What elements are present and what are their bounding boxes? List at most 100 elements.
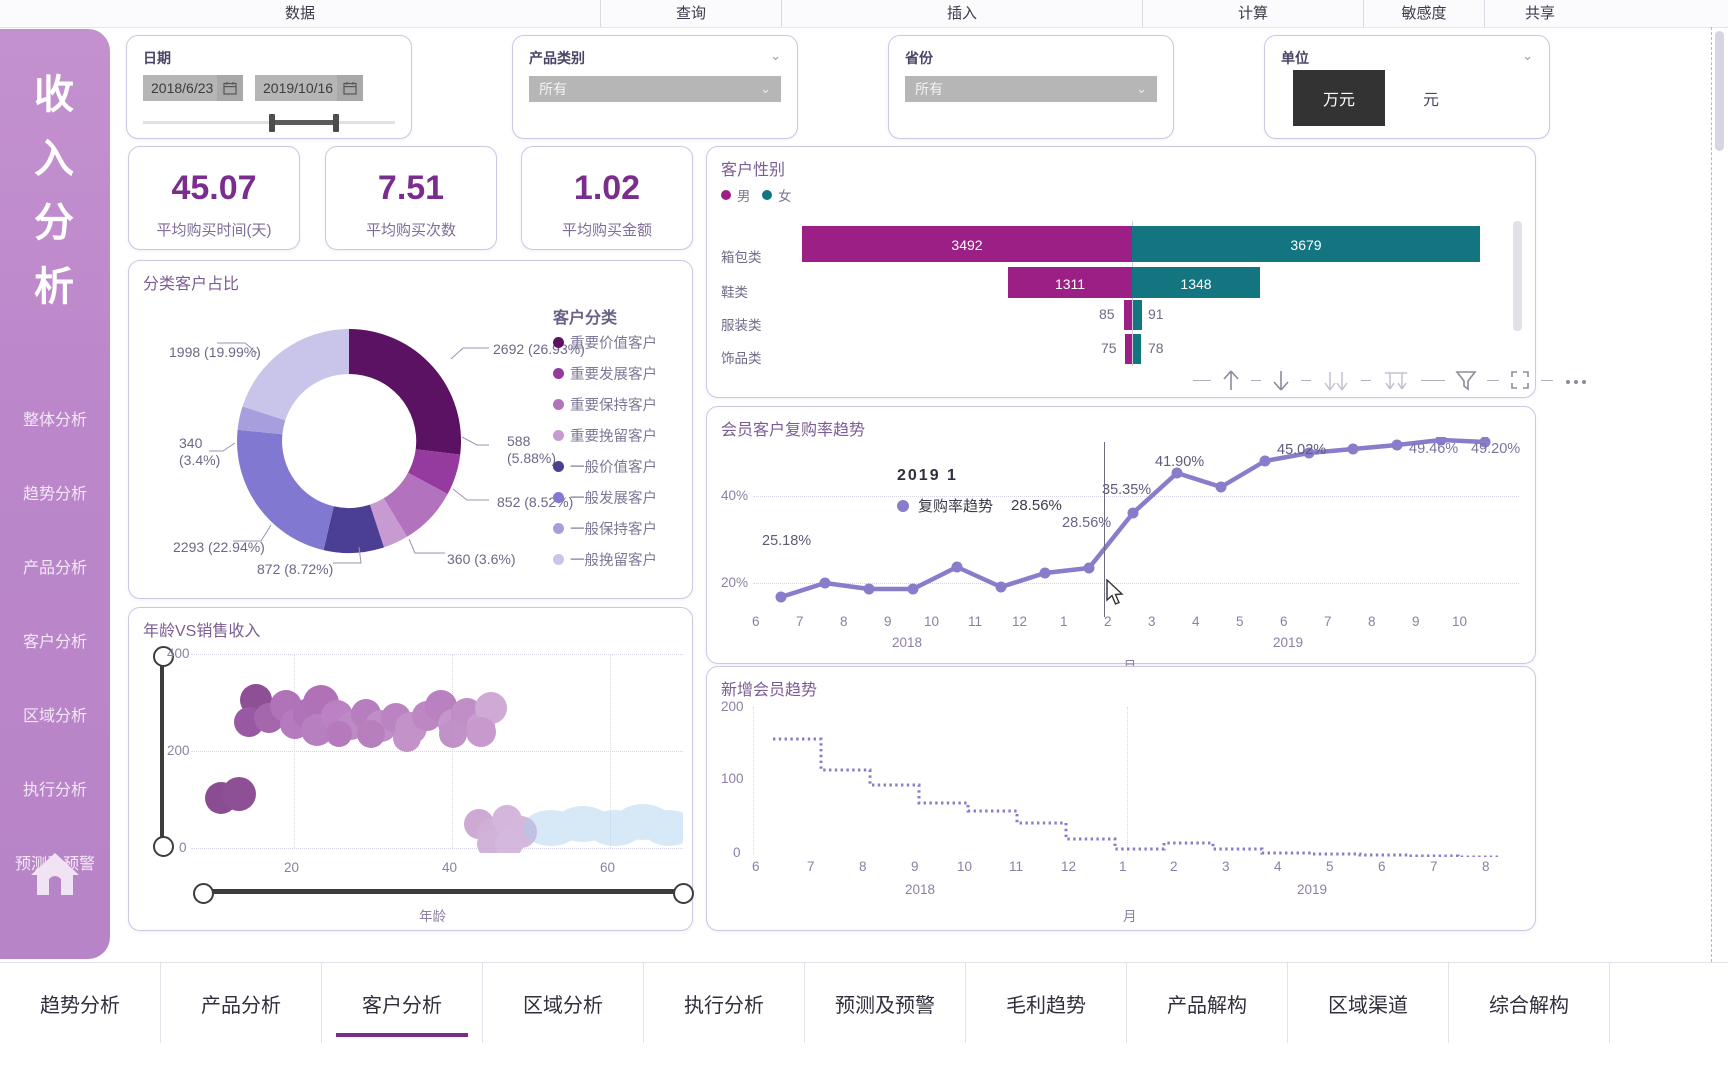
sheet-tab-product[interactable]: 产品分析 [161,963,322,1043]
newmembers-year-2019: 2019 [1297,882,1328,897]
repurchase-line-plot[interactable] [753,437,1519,607]
filter-icon[interactable] [1455,369,1477,391]
donut-slice[interactable] [349,329,462,455]
repurchase-xtick-12: 6 [1280,614,1288,629]
gender-legend-male[interactable]: 男 [721,185,751,205]
sheet-tab-composite[interactable]: 综合解构 [1449,963,1610,1043]
scatter-xtick-60: 60 [600,860,616,875]
chevron-down-icon[interactable]: ⌄ [770,48,781,64]
repurchase-xtick-6: 12 [1012,614,1028,629]
kpi-label: 平均购买次数 [365,222,456,239]
x-range-slider-track[interactable] [201,889,681,894]
newmembers-xtick-3: 9 [911,859,919,874]
drill-down-icon[interactable] [1321,369,1351,391]
sidebar-item-customer[interactable]: 客户分析 [0,606,110,680]
calendar-icon[interactable] [337,75,363,101]
donut-slice[interactable] [237,429,334,551]
sheet-tab-region[interactable]: 区域分析 [483,963,644,1043]
repurchase-xtick-16: 10 [1452,614,1468,629]
gender-chart-scrollbar[interactable] [1513,221,1522,331]
tooltip-row: 复购率趋势 28.56% [897,495,1062,516]
donut-legend-item-6[interactable]: 一般保持客户 [553,518,657,539]
sidebar-item-trend[interactable]: 趋势分析 [0,458,110,532]
repurchase-trend-card: 会员客户复购率趋势 40% 20% 25.18% 28.56% 35.35% 4 [706,406,1536,674]
home-button[interactable] [0,849,110,902]
scatter-ytick-0: 0 [179,840,187,855]
donut-legend-item-4[interactable]: 一般价值客户 [553,456,657,477]
date-range-handle-left[interactable] [269,114,275,132]
x-range-handle-left[interactable] [193,883,214,904]
category-select[interactable]: 所有 ⌄ [529,76,781,102]
sidebar-item-execution[interactable]: 执行分析 [0,754,110,828]
province-select[interactable]: 所有 ⌄ [905,76,1157,102]
sidebar-item-overall[interactable]: 整体分析 [0,384,110,458]
ribbon-tab-calc[interactable]: 计算 [1143,0,1364,27]
gender-bar-female-clothes[interactable] [1133,300,1142,330]
donut-legend-item-1[interactable]: 重要发展客户 [553,363,657,384]
newmembers-year-2018: 2018 [905,882,936,897]
tooltip-swatch [897,499,909,512]
ribbon-tab-data[interactable]: 数据 [0,0,601,27]
sheet-tab-customer[interactable]: 客户分析 [322,963,483,1043]
unit-option-yuan[interactable]: 元 [1385,70,1477,126]
x-range-handle-right[interactable] [673,883,694,904]
legend-label: 重要发展客户 [570,367,657,383]
gender-bar-male-clothes[interactable] [1124,300,1132,330]
donut-legend-item-3[interactable]: 重要挽留客户 [553,425,657,446]
y-range-slider-track[interactable] [160,654,164,844]
category-filter-card: 产品类别 ⌄ 所有 ⌄ [512,35,798,139]
page-scrollbar[interactable] [1711,27,1728,962]
donut-legend-item-2[interactable]: 重要保持客户 [553,394,657,415]
unit-option-wanyuan[interactable]: 万元 [1293,70,1385,126]
sheet-tab-forecast[interactable]: 预测及预警 [805,963,966,1043]
sort-up-icon[interactable] [1221,369,1241,391]
unit-filter-label: 单位 [1281,50,1309,66]
expand-icon[interactable] [1509,369,1531,391]
age-vs-revenue-title: 年龄VS销售收入 [143,623,261,640]
chevron-down-icon[interactable]: ⌄ [1522,48,1533,64]
scatter-ytick-200: 200 [167,743,190,758]
sheet-tab-margin[interactable]: 毛利趋势 [966,963,1127,1043]
ribbon-tab-insert[interactable]: 插入 [782,0,1143,27]
sidebar-title: 收 入 分 析 [0,63,110,319]
newmembers-xtick-0: 6 [752,859,760,874]
ribbon-tab-query[interactable]: 查询 [601,0,782,27]
page-scrollbar-thumb[interactable] [1715,31,1724,151]
drill-up-icon[interactable] [1381,369,1411,391]
province-filter-label: 省份 [905,50,933,66]
date-range-handle-right[interactable] [333,114,339,132]
kpi-card-avg-count[interactable]: 7.51 平均购买次数 [325,146,497,250]
repurchase-xtick-2: 8 [840,614,848,629]
ribbon-tab-share[interactable]: 共享 [1485,0,1595,27]
legend-swatch [553,368,564,379]
kpi-card-avg-time[interactable]: 45.07 平均购买时间(天) [128,146,300,250]
donut-legend-item-7[interactable]: 一般挽留客户 [553,549,657,570]
repurchase-point-label-0: 25.18% [762,533,812,549]
sheet-tab-execution[interactable]: 执行分析 [644,963,805,1043]
legend-swatch [553,430,564,441]
sidebar-item-product[interactable]: 产品分析 [0,532,110,606]
sheet-tab-channel[interactable]: 区域渠道 [1288,963,1449,1043]
sheet-tab-product-breakdown[interactable]: 产品解构 [1127,963,1288,1043]
date-start-field[interactable]: 2018/6/23 [143,75,243,101]
scatter-points[interactable] [191,648,683,853]
donut-legend-item-5[interactable]: 一般发展客户 [553,487,657,508]
date-end-field[interactable]: 2019/10/16 [255,75,363,101]
sheet-tab-trend[interactable]: 趋势分析 [0,963,161,1043]
y-range-handle-bottom[interactable] [153,836,174,857]
calendar-icon[interactable] [217,75,243,101]
newmembers-step-plot[interactable] [753,707,1519,857]
gender-legend-female[interactable]: 女 [762,185,792,205]
donut-legend-item-0[interactable]: 重要价值客户 [553,332,657,353]
kpi-card-avg-amount[interactable]: 1.02 平均购买金额 [521,146,693,250]
gender-bar-male-accessories[interactable] [1125,334,1132,364]
donut-slice[interactable] [242,329,350,421]
gender-bar-female-accessories[interactable] [1133,334,1141,364]
toolbar-divider [1541,379,1553,381]
gender-bar-label: 75 [1101,340,1117,356]
more-icon[interactable] [1563,369,1589,391]
sidebar-item-region[interactable]: 区域分析 [0,680,110,754]
ribbon-tab-sensitivity[interactable]: 敏感度 [1364,0,1485,27]
mouse-cursor-icon [1106,579,1124,605]
sort-down-icon[interactable] [1271,369,1291,391]
